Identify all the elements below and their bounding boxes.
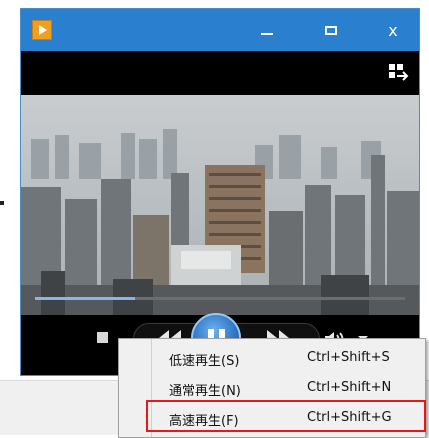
maximize-icon	[325, 25, 337, 35]
menu-item-label: 低速再生(S)	[169, 354, 240, 369]
seek-bar-progress	[35, 297, 135, 300]
video-frame[interactable]	[21, 95, 419, 315]
player-top-bar	[21, 51, 419, 95]
close-icon: x	[388, 20, 398, 40]
menu-item-label: 通常再生(N)	[169, 384, 241, 399]
seek-bar[interactable]	[35, 297, 405, 300]
minimize-button[interactable]	[247, 9, 287, 51]
minimize-icon	[261, 33, 273, 35]
stop-icon[interactable]	[97, 332, 108, 343]
maximize-button[interactable]	[311, 9, 351, 51]
menu-item-normal-playback[interactable]: 通常再生(N) Ctrl+Shift+N	[119, 373, 425, 403]
menu-item-slow-playback[interactable]: 低速再生(S) Ctrl+Shift+S	[119, 343, 425, 373]
media-player-window: x	[20, 8, 420, 376]
title-bar: x	[21, 9, 419, 51]
edge-marker	[0, 201, 4, 205]
close-button[interactable]: x	[373, 9, 413, 51]
highlight-box	[146, 400, 426, 432]
fullscreen-toggle-icon[interactable]	[387, 62, 409, 84]
menu-item-shortcut: Ctrl+Shift+S	[307, 350, 390, 365]
menu-item-shortcut: Ctrl+Shift+N	[307, 380, 392, 395]
play-icon[interactable]	[32, 20, 52, 40]
city-skyline-image	[21, 95, 419, 315]
